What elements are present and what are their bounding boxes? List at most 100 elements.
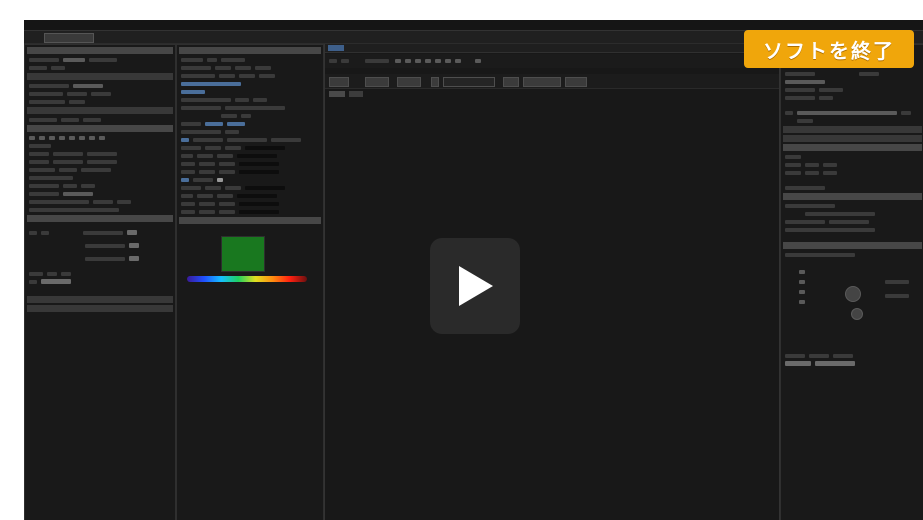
- subtab[interactable]: [329, 91, 345, 97]
- settings-row: [181, 113, 319, 118]
- settings-row: [181, 177, 319, 182]
- panel-header[interactable]: [27, 296, 173, 303]
- settings-row: [785, 252, 920, 257]
- settings-row: [181, 209, 319, 214]
- play-icon: [459, 266, 493, 306]
- panel-header[interactable]: [783, 126, 922, 133]
- settings-row: [29, 57, 171, 62]
- viewport: [324, 44, 780, 520]
- tab-active[interactable]: [328, 45, 344, 51]
- settings-row: [785, 71, 920, 76]
- panel-header[interactable]: [783, 135, 922, 142]
- settings-row: [29, 83, 171, 88]
- settings-row: [181, 57, 319, 62]
- joint-handle[interactable]: [851, 308, 863, 320]
- settings-row: [181, 153, 319, 158]
- settings-row: [785, 219, 920, 224]
- panel-header[interactable]: [179, 47, 321, 54]
- option-button[interactable]: [443, 77, 495, 87]
- option-button[interactable]: [565, 77, 587, 87]
- settings-row: [785, 227, 920, 232]
- panel-header[interactable]: [27, 47, 173, 54]
- settings-row: [785, 154, 920, 159]
- settings-row: [29, 243, 171, 248]
- option-button[interactable]: [523, 77, 561, 87]
- settings-row: [29, 91, 171, 96]
- settings-row: [29, 230, 171, 235]
- settings-row: [785, 203, 920, 208]
- panel-header[interactable]: [783, 242, 922, 249]
- settings-row: [29, 271, 171, 276]
- panel-header[interactable]: [27, 73, 173, 80]
- panel-header[interactable]: [179, 217, 321, 224]
- settings-row: [29, 199, 171, 204]
- settings-row: [181, 121, 319, 126]
- settings-row: [181, 169, 319, 174]
- settings-row: [785, 361, 920, 366]
- panel-header[interactable]: [783, 193, 922, 200]
- settings-row: [785, 211, 920, 216]
- settings-row: [181, 129, 319, 134]
- panel-header[interactable]: [27, 107, 173, 114]
- settings-row: [785, 118, 920, 123]
- settings-row: [29, 143, 171, 148]
- settings-row: [29, 256, 171, 261]
- color-preview: [177, 226, 323, 306]
- viewport-tabs: [325, 44, 779, 53]
- settings-row: [29, 191, 171, 196]
- joint-handle[interactable]: [845, 286, 861, 302]
- panel-header[interactable]: [783, 144, 922, 151]
- settings-row: [181, 185, 319, 190]
- application-window: [24, 20, 923, 520]
- settings-row: [785, 162, 920, 167]
- option-button[interactable]: [431, 77, 439, 87]
- settings-row: [181, 161, 319, 166]
- settings-row: [181, 97, 319, 102]
- settings-row: [181, 65, 319, 70]
- panel-header[interactable]: [27, 305, 173, 312]
- left-panel: [24, 44, 176, 520]
- settings-row: [785, 110, 920, 115]
- panel-header[interactable]: [27, 215, 173, 222]
- properties-panel: [176, 44, 324, 520]
- settings-row: [29, 279, 171, 284]
- color-swatch[interactable]: [221, 236, 265, 272]
- settings-row: [785, 185, 920, 190]
- settings-row: [29, 151, 171, 156]
- settings-row: [785, 170, 920, 175]
- settings-row: [29, 183, 171, 188]
- settings-row: [181, 145, 319, 150]
- option-button[interactable]: [365, 77, 389, 87]
- right-panel: [780, 44, 923, 520]
- option-button[interactable]: [329, 77, 349, 87]
- settings-row: [29, 117, 171, 122]
- settings-row: [785, 95, 920, 100]
- option-button[interactable]: [503, 77, 519, 87]
- settings-row: [29, 99, 171, 104]
- settings-row: [29, 207, 171, 212]
- spectrum-bar[interactable]: [187, 276, 307, 282]
- exit-software-banner: ソフトを終了: [744, 30, 914, 68]
- settings-row: [181, 105, 319, 110]
- settings-row: [29, 175, 171, 180]
- settings-row: [29, 167, 171, 172]
- rig-preview: [781, 260, 923, 350]
- play-button[interactable]: [430, 238, 520, 334]
- panel-header[interactable]: [27, 125, 173, 132]
- settings-row: [29, 65, 171, 70]
- settings-row: [181, 81, 319, 86]
- settings-row: [785, 79, 920, 84]
- option-button[interactable]: [397, 77, 421, 87]
- viewport-subtabs: [325, 90, 779, 98]
- settings-row: [785, 87, 920, 92]
- viewport-options: [325, 74, 779, 89]
- settings-row: [181, 73, 319, 78]
- viewport-toolbar: [325, 54, 779, 68]
- tab-main[interactable]: [44, 33, 94, 43]
- settings-row: [181, 89, 319, 94]
- settings-row: [29, 159, 171, 164]
- settings-row: [181, 137, 319, 142]
- icon-toolbar[interactable]: [29, 135, 171, 140]
- settings-row: [181, 201, 319, 206]
- subtab[interactable]: [349, 91, 363, 97]
